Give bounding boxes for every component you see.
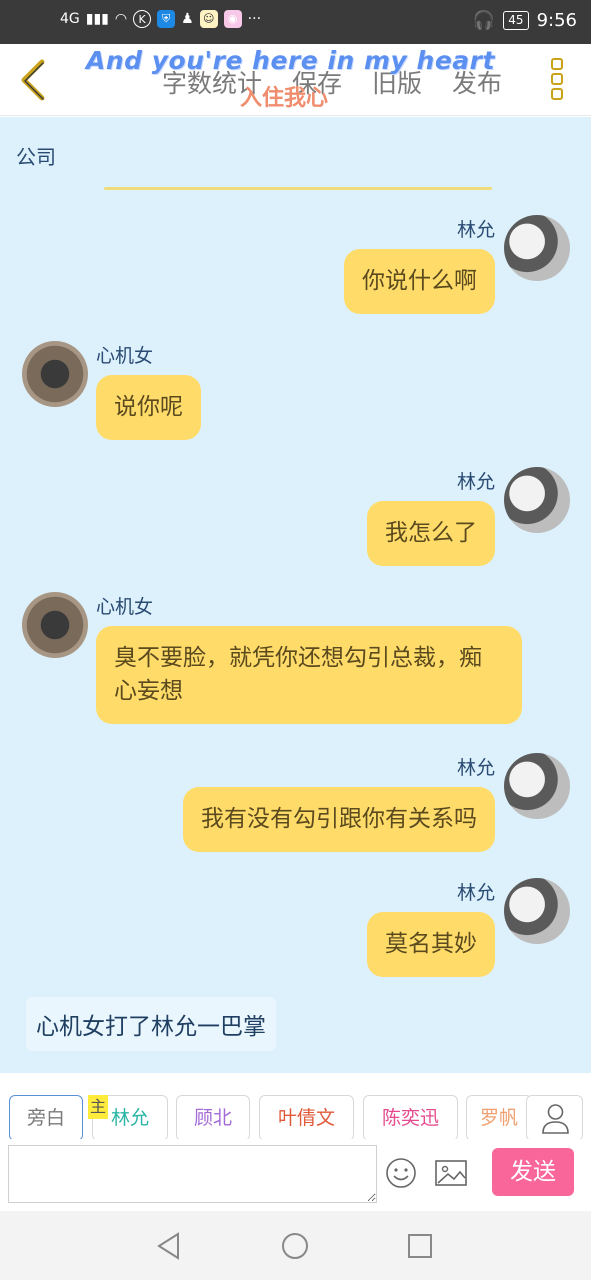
input-bar: 发送 [0,1139,591,1211]
chat-area[interactable]: 公司 林允 你说什么啊 心机女 说你呢 林允 我怎么了 心机女 臭不要脸，就凭你… [0,117,591,1073]
message-bubble[interactable]: 我怎么了 [367,501,495,566]
status-right: 🎧 45 9:56 [473,10,577,31]
avatar[interactable] [22,592,88,658]
message-bubble[interactable]: 莫名其妙 [367,912,495,977]
sender-name: 心机女 [96,596,154,618]
recents-nav-icon[interactable] [405,1231,435,1261]
editor-header: 字数统计 保存 旧版 发布 And you're here in my hear… [0,44,591,116]
role-chenyixun[interactable]: 陈奕迅 [363,1095,458,1141]
clock: 9:56 [536,10,577,31]
status-left: 4G ▮▮▮ ◠ K ⛨ ♟ ☺ ◉ ··· [60,10,261,28]
network-indicator: 4G [60,11,80,27]
battery-indicator: 45 [503,11,529,30]
sender-name: 林允 [456,882,495,904]
role-yeqianwen[interactable]: 叶倩文 [259,1095,354,1141]
main-role-badge: 主 [88,1095,108,1119]
back-nav-icon[interactable] [154,1231,184,1261]
message-bubble[interactable]: 我有没有勾引跟你有关系吗 [183,787,495,852]
wifi-icon: ◠ [114,11,128,27]
avatar[interactable] [504,878,570,944]
role-gubei[interactable]: 顾北 [176,1095,250,1141]
sender-name: 林允 [456,471,495,493]
more-menu-icon[interactable] [548,58,566,104]
app-k-icon: K [133,10,152,28]
role-selector: 旁白 林允 主 顾北 叶倩文 陈奕迅 罗帆 [0,1073,591,1141]
divider [104,187,492,190]
sender-name: 林允 [456,757,495,779]
role-narrator[interactable]: 旁白 [9,1095,83,1141]
app-photo-icon: ◉ [223,10,242,28]
narration-message[interactable]: 心机女打了林允一巴掌 [26,997,276,1051]
image-icon[interactable] [434,1158,468,1188]
message-bubble[interactable]: 你说什么啊 [344,249,495,314]
role-luofan[interactable]: 罗帆 [466,1095,532,1141]
decorative-overlay-text-cn: 入住我心 [240,86,329,111]
penguin-icon: ♟ [181,11,194,27]
message-input[interactable] [8,1145,377,1203]
avatar[interactable] [504,753,570,819]
message-bubble[interactable]: 说你呢 [96,375,201,440]
more-notifications: ··· [247,11,262,27]
home-nav-icon[interactable] [280,1231,310,1261]
scene-title: 公司 [16,145,56,169]
app-face-icon: ☺ [199,10,218,28]
add-role-button[interactable] [526,1095,583,1141]
decorative-overlay-text: And you're here in my heart [86,46,495,75]
back-icon[interactable] [14,56,54,104]
avatar[interactable] [22,341,88,407]
avatar[interactable] [504,467,570,533]
avatar[interactable] [504,215,570,281]
shield-icon: ⛨ [157,10,176,28]
sender-name: 心机女 [96,345,154,367]
emoji-icon[interactable] [384,1156,418,1190]
send-button[interactable]: 发送 [492,1148,574,1196]
person-icon [542,1104,569,1134]
message-bubble[interactable]: 臭不要脸，就凭你还想勾引总裁，痴心妄想 [96,626,522,724]
sender-name: 林允 [456,219,495,241]
system-nav-bar [0,1211,591,1280]
signal-icon: ▮▮▮ [85,11,109,27]
headphone-icon: 🎧 [472,10,496,31]
status-bar: 4G ▮▮▮ ◠ K ⛨ ♟ ☺ ◉ ··· 🎧 45 9:56 [0,0,591,44]
